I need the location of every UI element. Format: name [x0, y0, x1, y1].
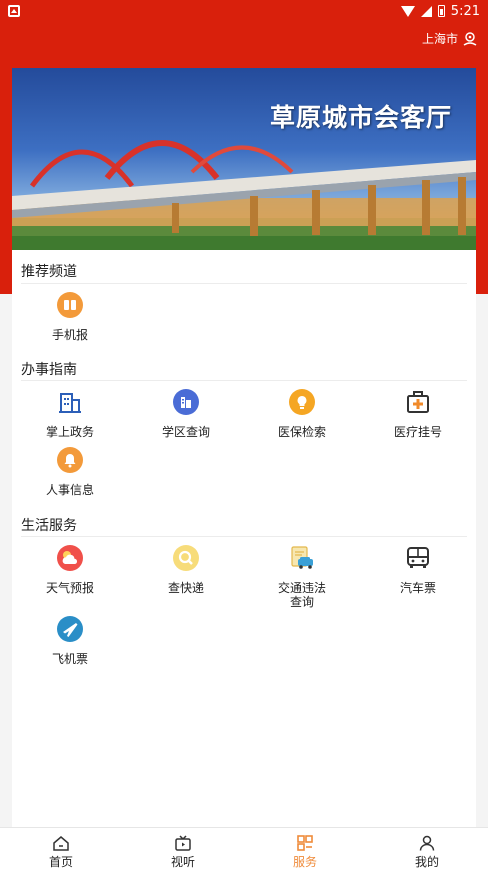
location-pin-icon [463, 31, 477, 46]
tab-label: 我的 [414, 855, 439, 869]
tab-services[interactable]: 服务 [244, 828, 366, 872]
tile-gov-affairs[interactable]: 掌上政务 [12, 388, 128, 439]
tile-label: 掌上政务 [45, 425, 94, 439]
divider [21, 380, 467, 381]
bus-icon [404, 544, 432, 572]
user-icon [419, 835, 435, 851]
tile-label: 学区查询 [161, 425, 210, 439]
home-icon [53, 836, 69, 851]
bell-icon [56, 446, 84, 474]
package-search-icon [172, 544, 200, 572]
divider [21, 536, 467, 537]
wifi-icon [400, 5, 415, 17]
government-building-icon [56, 388, 84, 416]
divider [21, 283, 467, 284]
tile-weather[interactable]: 天气预报 [12, 544, 128, 595]
tile-label: 医保检索 [277, 425, 326, 439]
tile-mobile-newspaper[interactable]: 手机报 [12, 291, 128, 342]
services-icon [297, 835, 313, 851]
location-selector[interactable]: 上海市 [422, 30, 478, 47]
tile-express-tracking[interactable]: 查快递 [128, 544, 244, 595]
battery-icon [437, 5, 445, 17]
banner-title: 草原城市会客厅 [269, 103, 452, 132]
section-title-recommended: 推荐频道 [21, 264, 77, 280]
newspaper-icon [56, 291, 84, 319]
tab-profile[interactable]: 我的 [366, 828, 488, 872]
tab-label: 服务 [292, 855, 317, 869]
tile-label: 交通违法 查询 [277, 581, 326, 609]
tile-label: 飞机票 [51, 652, 88, 666]
traffic-violation-icon [288, 544, 316, 572]
tile-label: 手机报 [51, 328, 88, 342]
tile-flight-ticket[interactable]: 飞机票 [12, 615, 128, 666]
location-label: 上海市 [421, 32, 458, 46]
tab-label: 视听 [170, 855, 195, 869]
weather-icon [56, 544, 84, 572]
medical-insurance-icon [288, 388, 316, 416]
medical-kit-icon [404, 388, 432, 416]
banner-image[interactable]: 草原城市会客厅 [12, 68, 476, 250]
tile-label: 人事信息 [45, 483, 94, 497]
tile-bus-ticket[interactable]: 汽车票 [360, 544, 476, 595]
tab-label: 首页 [48, 855, 73, 869]
tab-home[interactable]: 首页 [0, 828, 122, 872]
tv-icon [175, 835, 191, 851]
tile-label: 汽车票 [399, 581, 436, 595]
tile-medical-registration[interactable]: 医疗挂号 [360, 388, 476, 439]
tile-personnel-info[interactable]: 人事信息 [12, 446, 128, 497]
tile-label: 医疗挂号 [393, 425, 442, 439]
tile-school-district[interactable]: 学区查询 [128, 388, 244, 439]
services-panel: 推荐频道 手机报 办事指南 掌上政务 学区查询 医保检索 医疗挂号 人事信息 生… [12, 250, 476, 827]
bridge-illustration [12, 140, 476, 250]
tile-label: 查快递 [167, 581, 204, 595]
status-bar: 5:21 [0, 0, 488, 22]
section-title-guide: 办事指南 [21, 362, 77, 378]
signal-icon [420, 5, 432, 17]
school-district-icon [172, 388, 200, 416]
airplane-icon [56, 615, 84, 643]
tile-medical-insurance[interactable]: 医保检索 [244, 388, 360, 439]
status-time: 5:21 [450, 3, 480, 19]
tile-label: 天气预报 [45, 581, 94, 595]
bottom-tab-bar: 首页 视听 服务 我的 [0, 827, 488, 872]
tab-media[interactable]: 视听 [122, 828, 244, 872]
notification-icon [8, 5, 20, 17]
section-title-life-services: 生活服务 [21, 518, 77, 534]
tile-traffic-violation[interactable]: 交通违法 查询 [244, 544, 360, 609]
